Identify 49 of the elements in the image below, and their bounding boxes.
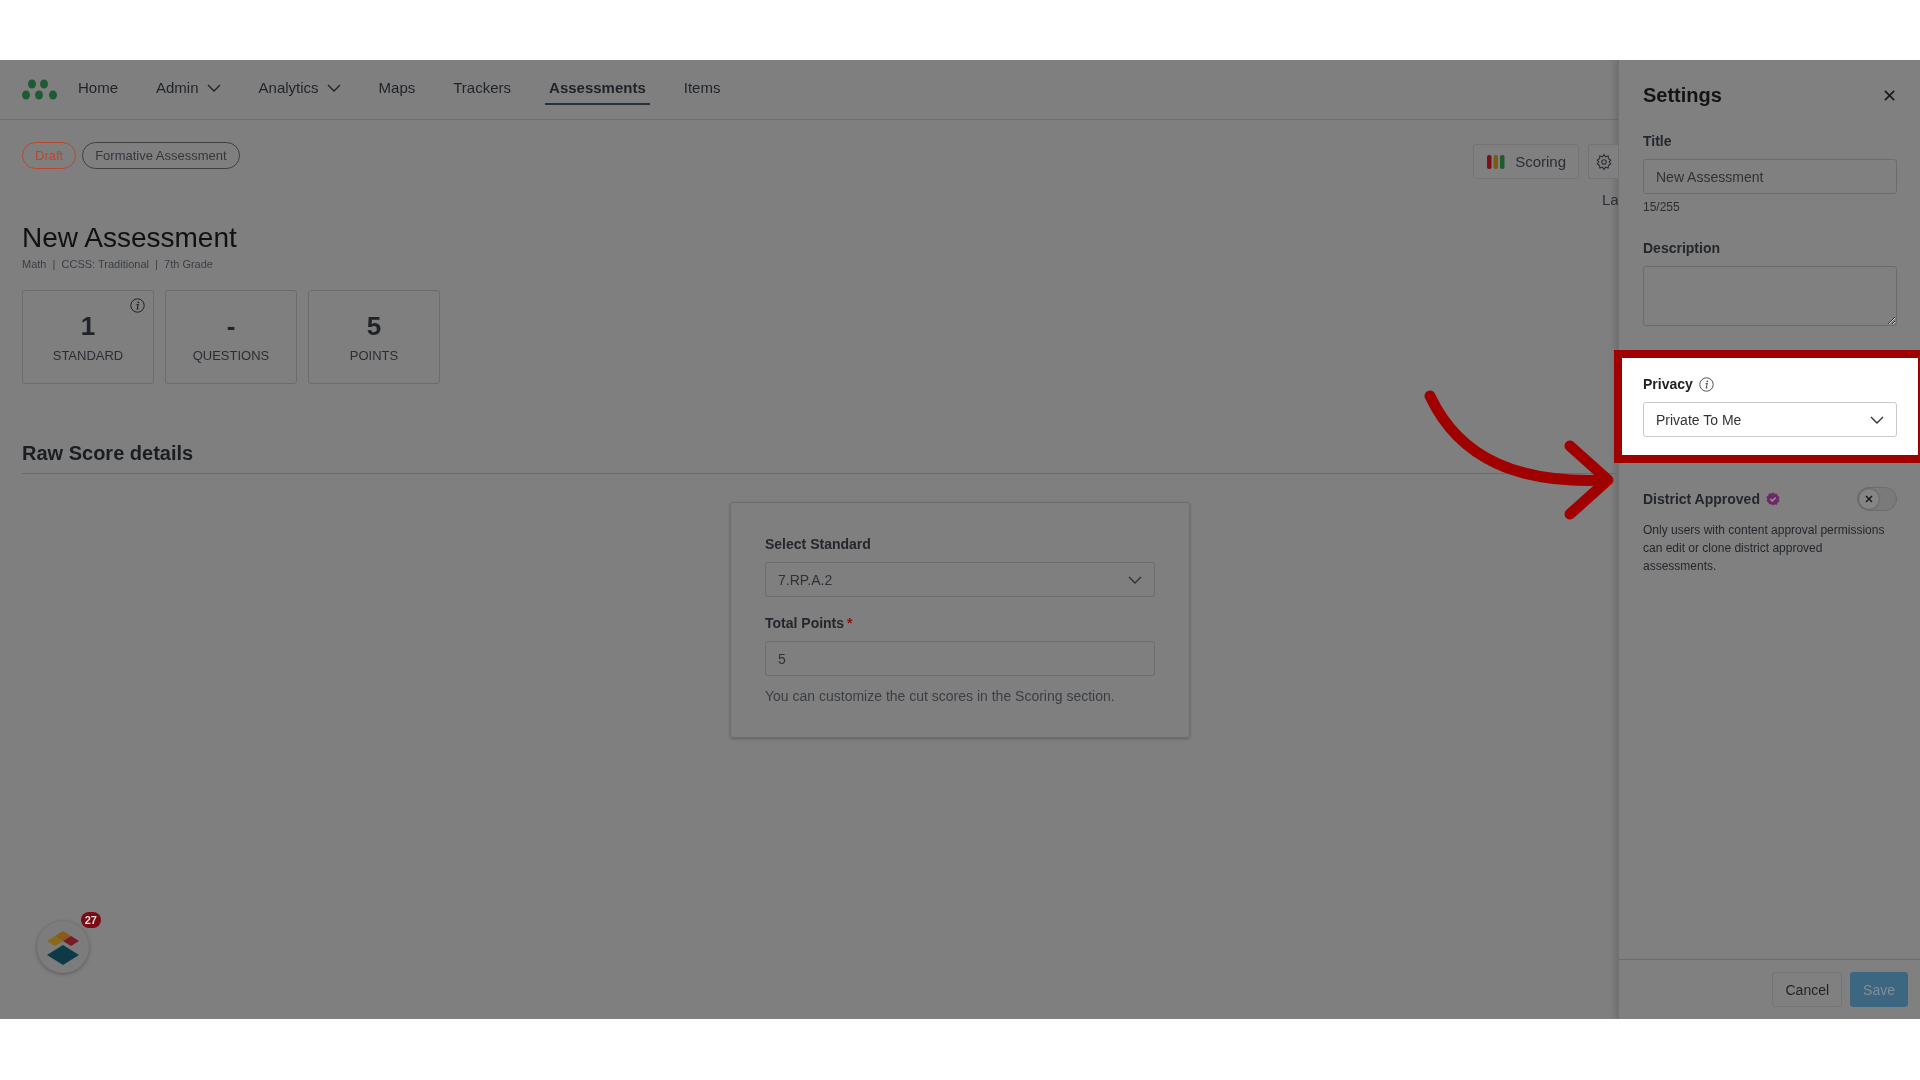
character-count: 15/255	[1643, 200, 1681, 214]
nav-item[interactable]: Assessments	[545, 70, 650, 105]
stat-value: 1	[80, 311, 96, 342]
description-input[interactable]	[1643, 266, 1897, 326]
stat-label: QUESTIONS	[192, 348, 270, 363]
stat-value: -	[226, 311, 236, 342]
nav-item[interactable]: Items	[683, 70, 721, 105]
nav-item[interactable]: Trackers	[453, 70, 512, 105]
chevron-down-icon	[326, 83, 341, 92]
logo-icon[interactable]	[22, 78, 58, 101]
nav-item[interactable]: Home	[78, 70, 118, 105]
cut-label: La	[1602, 191, 1618, 208]
verified-badge-icon	[1765, 492, 1780, 506]
field-label: Privacy	[1643, 376, 1693, 392]
nav-item[interactable]: Admin	[156, 70, 221, 105]
close-button[interactable]: ✕	[1881, 84, 1897, 107]
field-label: Description	[1643, 240, 1721, 256]
assessment-title: New Assessment	[22, 222, 238, 254]
approval-note: Only users with content approval permissions can edit or clone district approved assessments.	[1643, 522, 1886, 575]
info-icon[interactable]	[1698, 376, 1714, 392]
stat-value: 5	[366, 311, 382, 342]
nav-item[interactable]: Maps	[378, 70, 416, 105]
privacy-select[interactable]: Private To Me	[1643, 402, 1897, 437]
hint-text: You can customize the cut scores in the Scoring section.	[765, 688, 1116, 704]
field-label: Title	[1643, 133, 1673, 149]
points-input[interactable]: 5	[765, 641, 1155, 676]
chevron-down-icon	[1870, 415, 1884, 424]
field-label: Total Points *	[765, 615, 853, 631]
section-heading: Raw Score details	[22, 442, 1618, 474]
settings-button[interactable]	[1588, 144, 1618, 179]
stat-label: STANDARD	[52, 348, 124, 363]
close-icon	[1865, 495, 1873, 503]
chevron-down-icon	[1128, 575, 1142, 584]
notification-badge: 27	[80, 912, 101, 928]
info-icon[interactable]	[130, 298, 145, 313]
field-label: Select Standard	[765, 536, 872, 552]
standard-select[interactable]: 7.RP.A.2	[765, 562, 1155, 597]
bars-icon	[1486, 153, 1507, 170]
chevron-down-icon	[206, 83, 221, 92]
panel-title: Settings	[1643, 84, 1722, 107]
cancel-button[interactable]: Cancel	[1772, 972, 1843, 1007]
stat-label: POINTS	[349, 348, 399, 363]
assessment-meta: Math | CCSS: Traditional | 7th Grade	[22, 258, 214, 270]
title-input[interactable]: New Assessment	[1643, 159, 1897, 194]
scoring-button[interactable]: Scoring	[1473, 144, 1579, 179]
approval-toggle[interactable]	[1857, 487, 1897, 511]
gear-icon	[1594, 152, 1613, 171]
field-label: District Approved	[1643, 491, 1760, 507]
nav-item[interactable]: Analytics	[258, 70, 341, 105]
